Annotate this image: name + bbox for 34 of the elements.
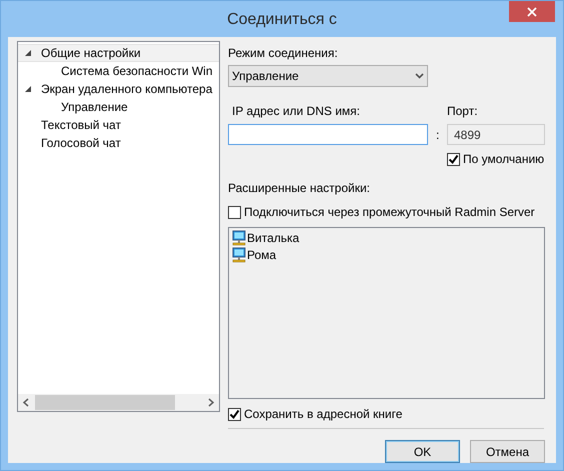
- tree-item[interactable]: Экран удаленного компьютера: [18, 80, 219, 98]
- horizontal-scrollbar[interactable]: [18, 394, 219, 411]
- mode-dropdown[interactable]: Управление: [228, 65, 428, 87]
- mode-label: Режим соединения:: [228, 45, 339, 62]
- server-item[interactable]: Виталька: [231, 229, 544, 246]
- window-title: Соединиться с: [227, 10, 337, 30]
- save-label: Сохранить в адресной книге: [244, 406, 402, 423]
- tree-item[interactable]: Общие настройки: [18, 44, 219, 62]
- port-label: Порт:: [447, 103, 479, 120]
- colon-separator: :: [436, 127, 440, 144]
- address-input[interactable]: [228, 124, 428, 145]
- default-port-label: По умолчанию: [463, 151, 544, 168]
- dialog-button[interactable]: Отмена: [470, 440, 545, 463]
- checkmark-icon: [448, 154, 459, 164]
- tree-item[interactable]: Система безопасности Win: [18, 62, 219, 80]
- via-server-checkbox[interactable]: [228, 206, 241, 218]
- expand-arrow-icon[interactable]: [24, 85, 32, 93]
- via-server-label: Подключиться через промежуточный Radmin Server: [244, 204, 535, 221]
- tree-item[interactable]: Управление: [18, 98, 219, 116]
- tree-item[interactable]: Голосовой чат: [18, 134, 219, 152]
- advanced-label: Расширенные настройки:: [228, 180, 371, 197]
- computer-icon: [231, 230, 247, 246]
- address-label: IP адрес или DNS имя:: [232, 103, 362, 120]
- checkmark-icon: [229, 408, 240, 420]
- tree-item[interactable]: Текстовый чат: [18, 116, 219, 134]
- save-checkbox[interactable]: [228, 408, 241, 420]
- expand-arrow-icon[interactable]: [24, 49, 32, 57]
- dialog-button[interactable]: OK: [385, 440, 460, 463]
- close-button[interactable]: [509, 1, 555, 22]
- server-item[interactable]: Рома: [231, 246, 544, 263]
- scrollbar-thumb[interactable]: [35, 395, 175, 410]
- default-port-checkbox[interactable]: [447, 152, 460, 166]
- close-icon: [527, 6, 537, 16]
- computer-icon: [231, 246, 247, 262]
